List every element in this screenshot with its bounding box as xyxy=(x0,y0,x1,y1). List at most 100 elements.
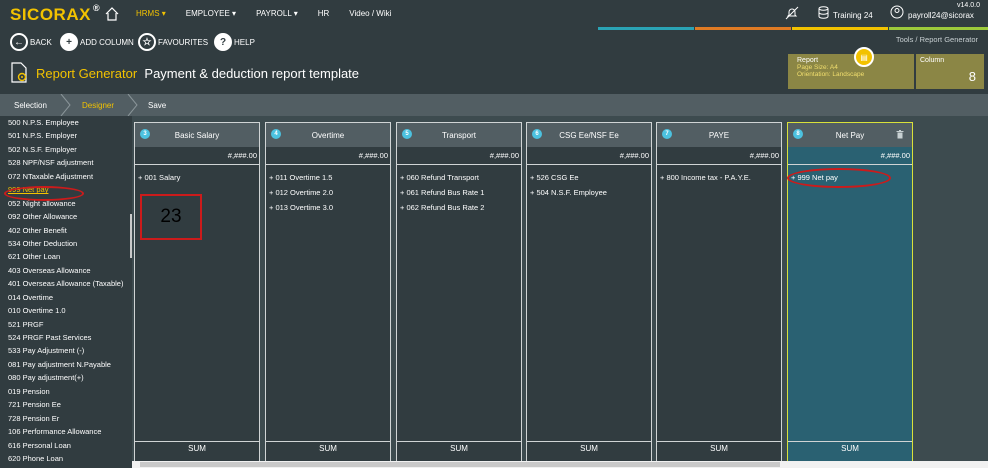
report-settings-card[interactable]: Report Page Size: A4 Orientation: Landsc… xyxy=(788,54,914,89)
column-number-format[interactable]: #,###.00 xyxy=(135,147,259,165)
column-fields: + 001 Salary xyxy=(135,165,259,185)
nav-payroll[interactable]: PAYROLL ▾ xyxy=(256,9,298,18)
column-number-badge: 8 xyxy=(793,129,803,139)
field-list-item[interactable]: 521 PRGF xyxy=(0,318,132,331)
column-field-item[interactable]: + 526 CSG Ee xyxy=(530,170,651,185)
star-icon: ☆ xyxy=(138,33,156,51)
field-list-item[interactable]: 524 PRGF Past Services xyxy=(0,331,132,344)
column-field-item[interactable]: + 800 Income tax - P.A.Y.E. xyxy=(660,170,781,185)
step-selection[interactable]: Selection xyxy=(14,94,47,116)
column-header[interactable]: 5 Transport xyxy=(397,123,521,147)
field-list-item[interactable]: 010 Overtime 1.0 xyxy=(0,304,132,317)
chevron-right-icon xyxy=(60,94,71,116)
field-list-item[interactable]: 080 Pay adjustment(+) xyxy=(0,371,132,384)
field-list-item[interactable]: 616 Personal Loan xyxy=(0,439,132,452)
column-aggregate[interactable]: SUM xyxy=(135,441,259,461)
breadcrumb-tools[interactable]: Tools / xyxy=(896,35,918,44)
field-list-item[interactable]: 621 Other Loan xyxy=(0,250,132,263)
column-aggregate[interactable]: SUM xyxy=(266,441,390,461)
column-field-item[interactable]: + 062 Refund Bus Rate 2 xyxy=(400,200,521,215)
column-title[interactable]: Overtime xyxy=(312,131,344,140)
report-column[interactable]: 5 Transport #,###.00 + 060 Refund Transport… xyxy=(396,122,522,462)
column-number-format[interactable]: #,###.00 xyxy=(266,147,390,165)
field-list-item[interactable]: 502 N.S.F. Employer xyxy=(0,143,132,156)
nav-hr[interactable]: HR xyxy=(318,9,330,18)
user-icon[interactable] xyxy=(890,5,904,19)
training-environment[interactable]: Training 24 xyxy=(833,11,873,20)
field-list-item[interactable]: 014 Overtime xyxy=(0,291,132,304)
field-list-item[interactable]: 721 Pension Ee xyxy=(0,398,132,411)
column-title[interactable]: PAYE xyxy=(709,131,729,140)
column-header[interactable]: 8 Net Pay xyxy=(788,123,912,147)
column-header[interactable]: 6 CSG Ee/NSF Ee xyxy=(527,123,651,147)
column-title[interactable]: Net Pay xyxy=(836,131,864,140)
column-title[interactable]: Transport xyxy=(442,131,476,140)
report-column[interactable]: 4 Overtime #,###.00 + 011 Overtime 1.5 + 012… xyxy=(265,122,391,462)
column-fields: + 060 Refund Transport + 061 Refund Bus R… xyxy=(397,165,521,215)
column-aggregate[interactable]: SUM xyxy=(527,441,651,461)
nav-video-wiki[interactable]: Video / Wiki xyxy=(349,9,391,18)
trash-icon[interactable] xyxy=(896,130,904,139)
report-gear-icon xyxy=(11,62,27,83)
column-number-format[interactable]: #,###.00 xyxy=(657,147,781,165)
column-header[interactable]: 3 Basic Salary xyxy=(135,123,259,147)
column-field-item[interactable]: + 013 Overtime 3.0 xyxy=(269,200,390,215)
field-list-item[interactable]: 534 Other Deduction xyxy=(0,237,132,250)
report-column[interactable]: 7 PAYE #,###.00 + 800 Income tax - P.A.Y.E.… xyxy=(656,122,782,462)
column-aggregate[interactable]: SUM xyxy=(397,441,521,461)
report-settings-icon[interactable]: ▤ xyxy=(854,47,874,67)
help-button[interactable]: ? HELP xyxy=(214,33,255,51)
wizard-steps: Selection Designer Save xyxy=(0,94,988,116)
column-field-item[interactable]: + 001 Salary xyxy=(138,170,259,185)
annotation-ellipse-netpay xyxy=(787,168,891,188)
field-list-item[interactable]: 081 Pay adjustment N.Payable xyxy=(0,358,132,371)
step-designer[interactable]: Designer xyxy=(82,94,114,116)
home-icon[interactable] xyxy=(104,6,120,22)
column-fields: + 011 Overtime 1.5 + 012 Overtime 2.0 + 01… xyxy=(266,165,390,215)
horizontal-scrollbar-thumb[interactable] xyxy=(140,462,780,467)
report-column[interactable]: 3 Basic Salary #,###.00 + 001 Salary SUM xyxy=(134,122,260,462)
chevron-right-icon xyxy=(127,94,138,116)
column-aggregate[interactable]: SUM xyxy=(657,441,781,461)
column-aggregate[interactable]: SUM xyxy=(788,441,912,461)
field-list-item[interactable]: 072 NTaxable Adjustment xyxy=(0,170,132,183)
field-list-item[interactable]: 528 NPF/NSF adjustment xyxy=(0,156,132,169)
step-save[interactable]: Save xyxy=(148,94,166,116)
back-button[interactable]: ← BACK xyxy=(10,33,52,51)
field-list-item[interactable]: 403 Overseas Allowance xyxy=(0,264,132,277)
field-list-item[interactable]: 092 Other Allowance xyxy=(0,210,132,223)
field-list-item[interactable]: 501 N.P.S. Employer xyxy=(0,129,132,142)
field-list-item[interactable]: 106 Performance Allowance xyxy=(0,425,132,438)
report-column[interactable]: 6 CSG Ee/NSF Ee #,###.00 + 526 CSG Ee + 504 … xyxy=(526,122,652,462)
column-header[interactable]: 4 Overtime xyxy=(266,123,390,147)
database-icon xyxy=(818,6,829,19)
field-list-item[interactable]: 533 Pay Adjustment (-) xyxy=(0,344,132,357)
column-number-format[interactable]: #,###.00 xyxy=(788,147,912,165)
column-field-item[interactable]: + 504 N.S.F. Employee xyxy=(530,185,651,200)
notifications-muted-icon[interactable] xyxy=(785,6,799,20)
field-list-item[interactable]: 620 Phone Loan xyxy=(0,452,132,465)
column-header[interactable]: 7 PAYE xyxy=(657,123,781,147)
column-field-item[interactable]: + 061 Refund Bus Rate 1 xyxy=(400,185,521,200)
breadcrumb-current: Report Generator xyxy=(919,35,978,44)
favourites-button[interactable]: ☆ FAVOURITES xyxy=(138,33,208,51)
column-field-item[interactable]: + 060 Refund Transport xyxy=(400,170,521,185)
column-title[interactable]: CSG Ee/NSF Ee xyxy=(559,131,619,140)
column-title[interactable]: Basic Salary xyxy=(175,131,219,140)
add-column-button[interactable]: + ADD COLUMN xyxy=(60,33,134,51)
app-logo[interactable]: SICORAX ® xyxy=(10,3,100,25)
user-account[interactable]: payroll24@sicorax xyxy=(908,11,974,20)
column-field-item[interactable]: + 012 Overtime 2.0 xyxy=(269,185,390,200)
field-list-item[interactable]: 500 N.P.S. Employee xyxy=(0,116,132,129)
breadcrumb: Tools / Report Generator xyxy=(896,35,978,44)
field-list-item[interactable]: 402 Other Benefit xyxy=(0,224,132,237)
field-list-item[interactable]: 728 Pension Er xyxy=(0,412,132,425)
column-number-format[interactable]: #,###.00 xyxy=(527,147,651,165)
field-list-item[interactable]: 401 Overseas Allowance (Taxable) xyxy=(0,277,132,290)
nav-employee[interactable]: EMPLOYEE ▾ xyxy=(186,9,236,18)
annotation-ellipse-sidebar xyxy=(4,186,84,201)
column-field-item[interactable]: + 011 Overtime 1.5 xyxy=(269,170,390,185)
nav-hrms[interactable]: HRMS ▾ xyxy=(136,9,166,18)
field-list-item[interactable]: 019 Pension xyxy=(0,385,132,398)
column-number-format[interactable]: #,###.00 xyxy=(397,147,521,165)
